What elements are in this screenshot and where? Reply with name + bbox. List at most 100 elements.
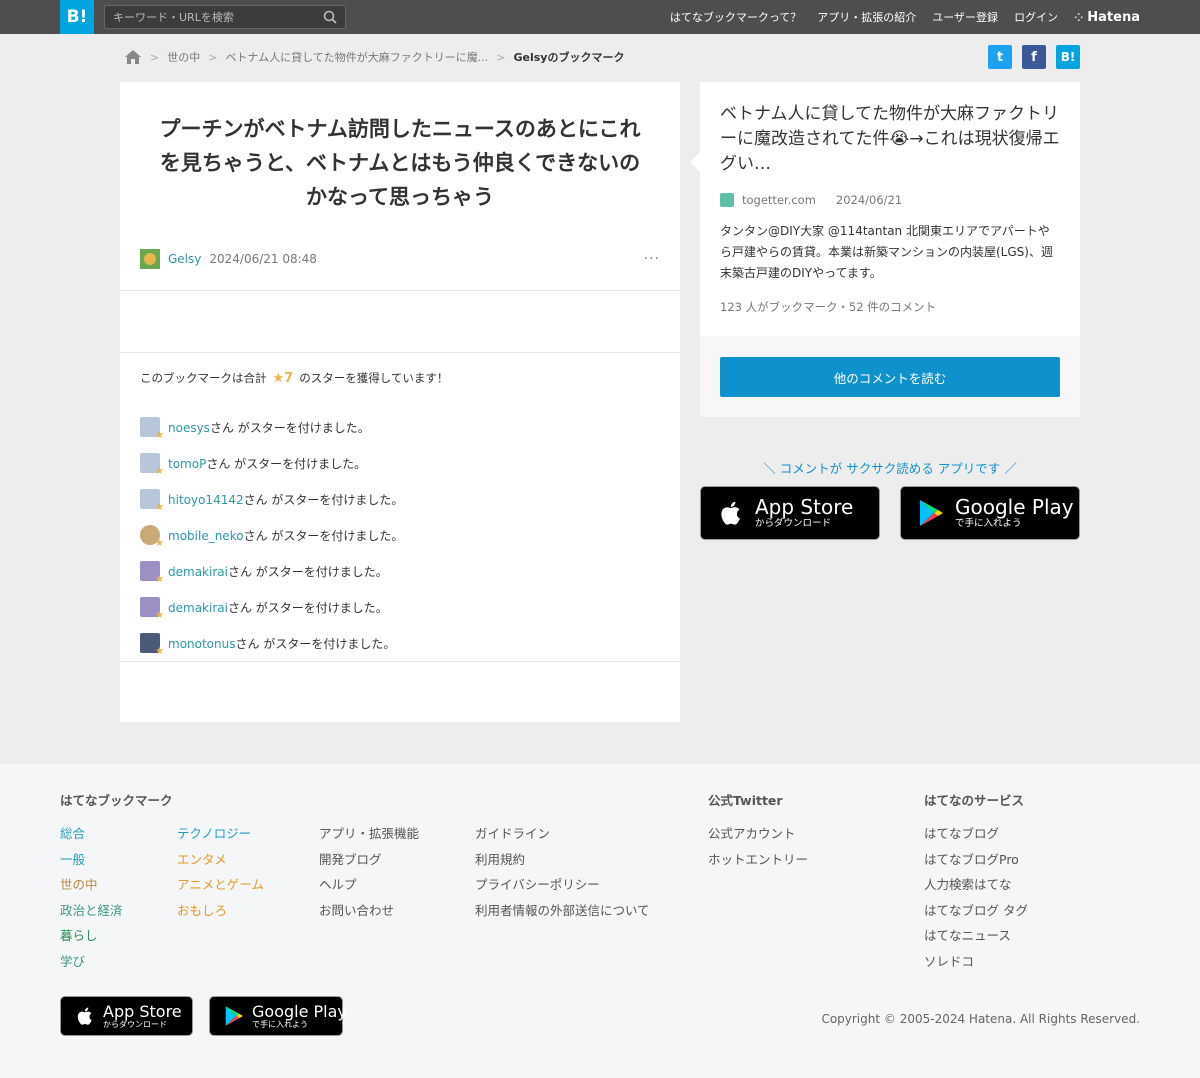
- avatar[interactable]: [140, 249, 160, 269]
- footer-link[interactable]: はてなブログ: [924, 821, 1028, 847]
- avatar[interactable]: ★: [140, 453, 164, 477]
- nav-apps[interactable]: アプリ・拡張の紹介: [817, 9, 916, 25]
- nav-about[interactable]: はてなブックマークって？: [670, 9, 801, 25]
- footer-link[interactable]: 一般: [60, 847, 123, 873]
- avatar[interactable]: ★: [140, 633, 164, 657]
- footer-link[interactable]: はてなブログ タグ: [924, 898, 1028, 924]
- avatar[interactable]: ★: [140, 417, 164, 441]
- header-nav: はてなブックマークって？ アプリ・拡張の紹介 ユーザー登録 ログイン ⁘ Hat…: [670, 0, 1140, 34]
- star-user[interactable]: demakirai: [168, 565, 228, 579]
- footer-link[interactable]: ガイドライン: [475, 821, 650, 847]
- star-user[interactable]: monotonus: [168, 637, 236, 651]
- footer-link[interactable]: 利用規約: [475, 847, 650, 873]
- footer-categories-b: テクノロジー エンタメ アニメとゲーム おもしろ: [177, 821, 264, 923]
- star-suffix: さん がスターを付けました。: [243, 492, 404, 507]
- bookmark-author: Gelsy 2024/06/21 08:48 ···: [140, 248, 660, 270]
- footer-link[interactable]: テクノロジー: [177, 821, 264, 847]
- footer-link[interactable]: はてなブログPro: [924, 847, 1028, 873]
- star-suffix: さん がスターを付けました。: [243, 528, 404, 543]
- footer-link[interactable]: おもしろ: [177, 898, 264, 924]
- facebook-share-button[interactable]: f: [1022, 45, 1046, 69]
- google-play-icon: [225, 1006, 243, 1026]
- search-box: [104, 5, 346, 29]
- footer-link[interactable]: 総合: [60, 821, 123, 847]
- avatar[interactable]: ★: [140, 597, 164, 621]
- footer-links-c: アプリ・拡張機能 開発ブログ ヘルプ お問い合わせ: [319, 821, 419, 923]
- read-comments-button[interactable]: 他のコメントを読む: [720, 357, 1060, 397]
- footer-link[interactable]: エンタメ: [177, 847, 264, 873]
- footer-google-play-badge[interactable]: Google Play で手に入れよう: [209, 996, 347, 1036]
- avatar[interactable]: ★: [140, 561, 164, 585]
- chevron-right-icon: >: [496, 50, 506, 64]
- footer-link[interactable]: プライバシーポリシー: [475, 872, 650, 898]
- entry-stats: 123 人がブックマーク・52 件のコメント: [720, 300, 937, 314]
- star-icon: ★: [155, 466, 164, 477]
- star-list: ★ noesys さん がスターを付けました。 ★ tomoP さん がスターを付け…: [140, 409, 660, 661]
- footer-link[interactable]: アニメとゲーム: [177, 872, 264, 898]
- footer-link[interactable]: ソレドコ: [924, 949, 1028, 975]
- global-header: B! はてなブックマークって？ アプリ・拡張の紹介 ユーザー登録 ログイン ⁘ …: [0, 0, 1200, 34]
- author-name[interactable]: Gelsy: [168, 252, 201, 266]
- footer-link[interactable]: 開発ブログ: [319, 847, 419, 873]
- badge-text: App Store からダウンロード: [103, 1003, 182, 1030]
- hatena-logo[interactable]: ⁘ Hatena: [1074, 10, 1140, 25]
- star-user[interactable]: mobile_neko: [168, 529, 244, 543]
- entry-card: ベトナム人に貸してた物件が大麻ファクトリーに魔改造されてた件😭→これは現状復帰エ…: [690, 82, 1080, 417]
- more-icon[interactable]: ···: [644, 251, 660, 267]
- footer-link[interactable]: ホットエントリー: [708, 847, 808, 873]
- badge-title: App Store: [103, 1001, 182, 1021]
- app-store-badge[interactable]: App Store からダウンロード: [700, 486, 880, 540]
- star-user[interactable]: noesys: [168, 421, 210, 435]
- footer-link[interactable]: 公式アカウント: [708, 821, 808, 847]
- star-user[interactable]: demakirai: [168, 601, 228, 615]
- footer-link[interactable]: アプリ・拡張機能: [319, 821, 419, 847]
- entry-description: タンタン@DIY大家 @114tantan 北関東エリアでアパートやら戸建やらの…: [720, 224, 1053, 280]
- footer-link[interactable]: 政治と経済: [60, 898, 123, 924]
- search-input[interactable]: [105, 6, 315, 28]
- footer-app-store-badge[interactable]: App Store からダウンロード: [60, 996, 193, 1036]
- hatena-share-button[interactable]: B!: [1056, 45, 1080, 69]
- footer-link[interactable]: 人力検索はてな: [924, 872, 1028, 898]
- google-play-icon: [920, 500, 943, 526]
- divider: [120, 290, 680, 291]
- footer-link[interactable]: はてなニュース: [924, 923, 1028, 949]
- entry-date: 2024/06/21: [835, 193, 903, 207]
- breadcrumb-category[interactable]: 世の中: [167, 49, 200, 65]
- bookmark-date: 2024/06/21 08:48: [209, 252, 317, 266]
- search-icon[interactable]: [323, 10, 337, 24]
- entry-title[interactable]: ベトナム人に貸してた物件が大麻ファクトリーに魔改造されてた件😭→これは現状復帰エ…: [720, 102, 1065, 177]
- star-icon: ★: [155, 574, 164, 585]
- footer-link[interactable]: 暮らし: [60, 923, 123, 949]
- entry-site[interactable]: togetter.com: [742, 193, 816, 207]
- bookmark-comment: プーチンがベトナム訪問したニュースのあとにこれを見ちゃうと、ベトナムとはもう仲良…: [159, 117, 641, 209]
- breadcrumb: > 世の中 > ベトナム人に貸してた物件が大麻ファクトリーに魔... > Gel…: [124, 46, 624, 68]
- footer-link[interactable]: ヘルプ: [319, 872, 419, 898]
- google-play-badge[interactable]: Google Play で手に入れよう: [900, 486, 1080, 540]
- home-icon[interactable]: [124, 49, 142, 65]
- footer-link[interactable]: 利用者情報の外部送信について: [475, 898, 650, 924]
- star-icon: ★: [155, 646, 164, 657]
- footer-links-d: ガイドライン 利用規約 プライバシーポリシー 利用者情報の外部送信について: [475, 821, 650, 923]
- footer-link[interactable]: お問い合わせ: [319, 898, 419, 924]
- star-suffix: さん がスターを付けました。: [227, 564, 388, 579]
- divider: [120, 661, 680, 662]
- twitter-share-button[interactable]: t: [988, 45, 1012, 69]
- footer-link[interactable]: 学び: [60, 949, 123, 975]
- footer-link[interactable]: 世の中: [60, 872, 123, 898]
- badge-title: Google Play: [955, 495, 1074, 519]
- avatar[interactable]: ★: [140, 525, 164, 549]
- hatena-bookmark-logo[interactable]: B!: [60, 0, 94, 34]
- nav-login[interactable]: ログイン: [1014, 9, 1058, 25]
- badge-subtitle: で手に入れよう: [955, 518, 1022, 529]
- star-user[interactable]: tomoP: [168, 457, 206, 471]
- badge-subtitle: からダウンロード: [103, 1019, 167, 1029]
- breadcrumb-entry[interactable]: ベトナム人に貸してた物件が大麻ファクトリーに魔...: [225, 49, 488, 65]
- chevron-right-icon: >: [208, 50, 218, 64]
- avatar[interactable]: ★: [140, 489, 164, 513]
- star-user[interactable]: hitoyo14142: [168, 493, 244, 507]
- badge-subtitle: で手に入れよう: [252, 1019, 308, 1029]
- nav-register[interactable]: ユーザー登録: [932, 9, 998, 25]
- star-suffix: さん がスターを付けました。: [227, 600, 388, 615]
- footer: はてなブックマーク 総合 一般 世の中 政治と経済 暮らし 学び テクノロジー …: [0, 764, 1200, 1078]
- list-item: ★ monotonusさん がスターを付けました。: [140, 625, 660, 661]
